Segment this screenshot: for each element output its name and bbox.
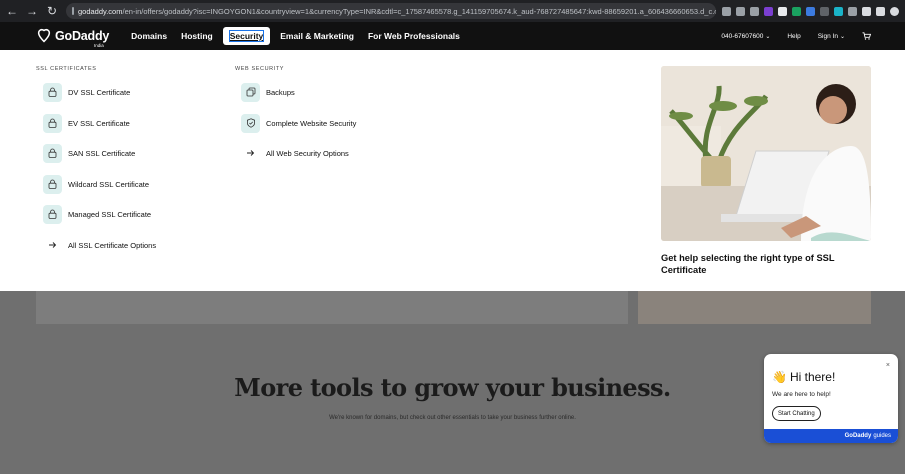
menu-label: DV SSL Certificate [68, 87, 131, 97]
profile-icon[interactable] [890, 6, 899, 16]
hero-card-right [638, 291, 871, 324]
chat-widget: × 👋 Hi there! We are here to help! Start… [764, 354, 898, 443]
promo-caption[interactable]: Get help selecting the right type of SSL… [661, 252, 851, 276]
bookmark-star-icon[interactable] [750, 6, 759, 16]
hero-card-left [36, 291, 628, 324]
menu-all-ssl-options[interactable]: All SSL Certificate Options [43, 235, 156, 255]
menu-complete-website-security[interactable]: Complete Website Security [241, 113, 356, 133]
nav-hosting[interactable]: Hosting [174, 27, 220, 45]
godaddy-logo[interactable]: GoDaddy India [36, 28, 110, 48]
extension-icon[interactable] [848, 6, 857, 16]
address-bar[interactable]: godaddy.com/en-in/offers/godaddy?isc=ING… [66, 3, 716, 19]
nav-web-professionals[interactable]: For Web Professionals [361, 27, 467, 45]
sign-in-dropdown[interactable]: Sign In ⌄ [818, 33, 845, 40]
help-link[interactable]: Help [787, 33, 800, 40]
extension-icon[interactable] [778, 6, 787, 16]
menu-wildcard-ssl[interactable]: Wildcard SSL Certificate [43, 174, 149, 194]
extension-icon[interactable] [834, 6, 843, 16]
url-host: godaddy.com [78, 6, 123, 16]
menu-ev-ssl[interactable]: EV SSL Certificate [43, 113, 130, 133]
site-info-icon[interactable] [72, 7, 74, 15]
security-mega-menu: SSL CERTIFICATES DV SSL Certificate EV S… [0, 50, 905, 291]
cart-button[interactable] [862, 32, 871, 40]
extension-icon[interactable] [792, 6, 801, 16]
lock-icon [43, 174, 62, 194]
chat-subtitle: We are here to help! [772, 391, 831, 398]
lock-icon [43, 204, 62, 224]
lock-icon [43, 82, 62, 102]
menu-label: Wildcard SSL Certificate [68, 179, 149, 189]
ssl-section-title: SSL CERTIFICATES [36, 66, 97, 72]
chat-footer: GoDaddy guides [764, 429, 898, 443]
menu-label: SAN SSL Certificate [68, 148, 136, 158]
menu-san-ssl[interactable]: SAN SSL Certificate [43, 143, 135, 163]
phone-dropdown[interactable]: 040-67607600 ⌄ [721, 33, 770, 40]
browser-toolbar: ← → ↻ godaddy.com/en-in/offers/godaddy?i… [0, 0, 905, 22]
chevron-down-icon: ⌄ [765, 33, 771, 40]
forward-icon[interactable]: → [24, 3, 40, 19]
godaddy-logo-icon [37, 28, 51, 43]
extension-icon[interactable] [806, 6, 815, 16]
web-security-section-title: WEB SECURITY [235, 66, 285, 72]
url-path: /en-in/offers/godaddy?isc=INGOYGON1&coun… [122, 6, 716, 16]
logo-text: GoDaddy [55, 29, 110, 43]
chevron-down-icon: ⌄ [839, 33, 845, 40]
menu-all-web-security-options[interactable]: All Web Security Options [241, 143, 349, 163]
menu-label: All SSL Certificate Options [68, 240, 157, 250]
logo-region: India [94, 43, 104, 48]
chat-footer-brand: GoDaddy [844, 433, 872, 439]
nav-email-marketing[interactable]: Email & Marketing [273, 27, 361, 45]
sidepanel-icon[interactable] [876, 6, 885, 16]
chat-title: Hi there! [789, 370, 836, 384]
nav-domains[interactable]: Domains [124, 27, 174, 45]
chat-greeting: 👋 Hi there! [772, 370, 835, 384]
sign-in-label: Sign In [817, 32, 838, 40]
header-utilities: 040-67607600 ⌄ Help Sign In ⌄ [704, 32, 871, 40]
woman-laptop-illustration [661, 66, 871, 241]
cart-icon [862, 32, 871, 40]
extension-icon[interactable] [820, 6, 829, 16]
chat-footer-suffix: guides [873, 433, 891, 439]
arrow-right-icon [241, 144, 260, 163]
wave-emoji: 👋 [772, 370, 787, 384]
start-chatting-button[interactable]: Start Chatting [772, 406, 821, 421]
menu-managed-ssl[interactable]: Managed SSL Certificate [43, 204, 151, 224]
share-icon[interactable] [736, 6, 745, 16]
arrow-right-icon [43, 236, 62, 255]
nav-security-label: Security [228, 30, 265, 42]
shield-icon [241, 113, 260, 133]
google-icon[interactable] [722, 6, 731, 16]
close-icon[interactable]: × [886, 362, 890, 369]
menu-label: All Web Security Options [266, 148, 349, 158]
lock-icon [43, 113, 62, 133]
menu-label: EV SSL Certificate [68, 118, 130, 128]
main-nav: Domains Hosting Security Email & Marketi… [124, 22, 467, 50]
extension-icon[interactable] [764, 6, 773, 16]
menu-backups[interactable]: Backups [241, 82, 295, 102]
menu-label: Managed SSL Certificate [68, 209, 152, 219]
puzzle-icon[interactable] [862, 6, 871, 16]
site-header: GoDaddy India Domains Hosting Security E… [0, 22, 905, 50]
extensions-bar [722, 6, 899, 16]
lock-icon [43, 143, 62, 163]
copy-icon [241, 82, 260, 102]
reload-icon[interactable]: ↻ [44, 3, 60, 19]
promo-photo[interactable] [661, 66, 871, 241]
menu-label: Complete Website Security [266, 118, 357, 128]
menu-dv-ssl[interactable]: DV SSL Certificate [43, 82, 130, 102]
nav-security[interactable]: Security [222, 27, 271, 45]
back-icon[interactable]: ← [4, 3, 20, 19]
phone-number: 040-67607600 [721, 32, 764, 40]
menu-label: Backups [266, 87, 295, 97]
